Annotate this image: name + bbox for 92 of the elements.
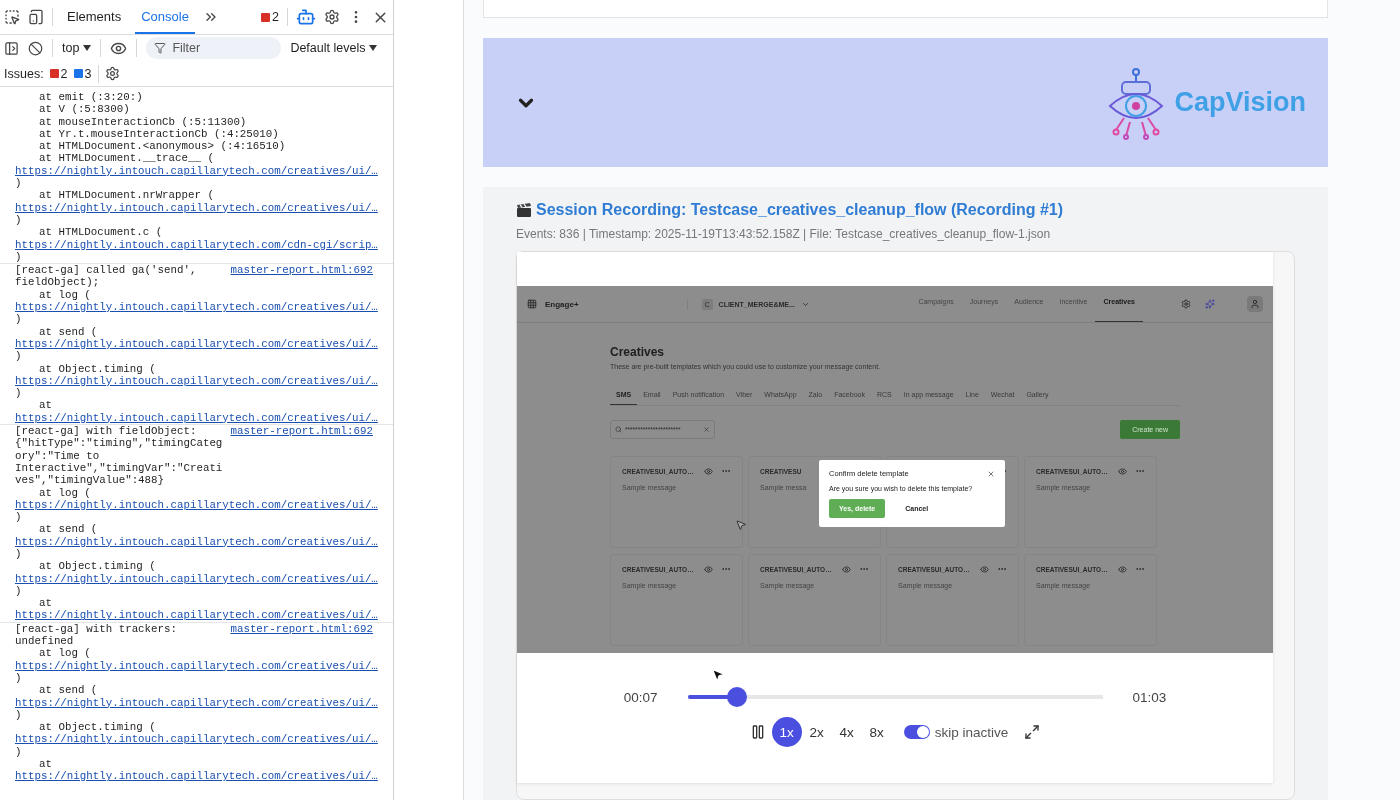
cursor-icon (735, 519, 747, 531)
filter-icon (154, 42, 167, 54)
fullscreen-icon[interactable] (1024, 724, 1041, 740)
speed-button[interactable]: 8x (861, 717, 892, 747)
elapsed-time: 00:07 (623, 689, 658, 705)
stack-frame: at Object.timing ( (39, 721, 156, 734)
stack-text: ) (15, 584, 22, 598)
error-count[interactable]: 2 (261, 10, 279, 24)
stack-url-link[interactable]: https://nightly.intouch.capillarytech.com/creatives/ui/… (15, 201, 378, 214)
recording-title: Session Recording: Testcase_creatives_cleanup_flow (Recording #1) (536, 201, 1063, 219)
stack-frame: at (39, 597, 52, 610)
stack-url-link[interactable]: https://nightly.intouch.capillarytech.com/creatives/ui/… (15, 535, 378, 548)
filter-field[interactable]: Filter (146, 37, 282, 59)
app-brand: Engage+ (545, 299, 579, 309)
clear-icon[interactable] (703, 426, 710, 433)
issue-count[interactable]: 2 (49, 66, 68, 81)
stack-text: ) (15, 387, 22, 400)
stack-url-link[interactable]: https://nightly.intouch.capillarytech.com/creatives/ui/… (15, 733, 378, 746)
stack-text: ) (15, 177, 22, 190)
assistant-icon[interactable] (296, 7, 316, 27)
caret-icon (369, 45, 378, 51)
recording-meta: Events: 836 | Timestamp: 2025-11-19T13:43:52.158Z | File: Testcase_creatives_cleanup_flow-1.json (516, 227, 1052, 241)
stack-frame: at HTMLDocument.c ( (39, 226, 163, 239)
grid-icon (527, 299, 537, 309)
logo-text: CapVision (1174, 87, 1306, 118)
sidebar-toggle-icon[interactable] (4, 40, 19, 56)
clapperboard-icon (516, 203, 532, 217)
stack-frame: at log ( (39, 486, 91, 499)
stack-frame: at send ( (39, 523, 98, 536)
stack-text: ) (15, 671, 22, 685)
stack-frame: at Object.timing ( (39, 362, 156, 375)
stack-frame: at emit (:3:20:) (39, 91, 143, 104)
settings-icon[interactable] (324, 9, 340, 25)
stack-url-link[interactable]: https://nightly.intouch.capillarytech.com/cdn-cgi/scrip… (15, 238, 378, 251)
stack-frame: at Object.timing ( (39, 560, 156, 573)
stack-frame: at log ( (39, 288, 91, 302)
stack-url-link[interactable]: https://nightly.intouch.capillarytech.com/creatives/ui/… (15, 337, 378, 351)
console-message: [react-ga] called ga('send', fieldObject); (15, 264, 198, 289)
total-time: 01:03 (1132, 689, 1167, 705)
stack-frame: at (39, 758, 52, 771)
stack-text: ) (15, 708, 22, 722)
speed-button[interactable]: 4x (831, 717, 862, 747)
stack-frame: at HTMLDocument.__trace__ ( (39, 152, 214, 165)
stack-frame: at HTMLDocument.nrWrapper ( (39, 189, 214, 202)
stack-frame: at log ( (39, 647, 91, 660)
stack-text: ) (15, 313, 22, 326)
stack-url-link[interactable]: https://nightly.intouch.capillarytech.com/creatives/ui/… (15, 572, 378, 585)
context-selector[interactable]: top (62, 41, 92, 55)
stack-url-link[interactable]: https://nightly.intouch.capillarytech.com/creatives/ui/… (15, 659, 378, 672)
stack-text: ) (15, 213, 22, 227)
close-icon[interactable] (987, 469, 995, 478)
source-link[interactable]: master-report.html:692 (230, 264, 373, 277)
stack-url-link[interactable]: https://nightly.intouch.capillarytech.com/creatives/ui/… (15, 374, 378, 388)
slider-thumb[interactable] (727, 687, 748, 707)
caret-icon (83, 45, 92, 51)
devtools-tab[interactable]: Elements (61, 0, 128, 34)
stack-frame: at HTMLDocument.<anonymous> (:4:16510) (39, 140, 286, 153)
stack-url-link[interactable]: https://nightly.intouch.capillarytech.com/creatives/ui/… (15, 411, 378, 424)
clear-console-icon[interactable] (28, 40, 43, 56)
stack-text: ) (15, 350, 22, 363)
stack-url-link[interactable]: https://nightly.intouch.capillarytech.com/creatives/ui/… (15, 498, 378, 512)
device-toolbar-icon[interactable] (28, 9, 44, 25)
stack-frame: at send ( (39, 325, 98, 338)
stack-url-link[interactable]: https://nightly.intouch.capillarytech.com/creatives/ui/… (15, 164, 378, 178)
avatar[interactable] (1247, 296, 1263, 312)
stack-text: ) (15, 250, 22, 264)
log-levels-dropdown[interactable]: Default levels (290, 41, 378, 55)
speed-button[interactable]: 2x (801, 717, 832, 747)
sparkles-icon[interactable] (1205, 299, 1215, 309)
skip-inactive-label: skip inactive (934, 724, 1009, 740)
stack-frame: at send ( (39, 684, 98, 697)
stack-frame: at (39, 399, 52, 412)
stack-url-link[interactable]: https://nightly.intouch.capillarytech.com/creatives/ui/… (15, 609, 378, 622)
stack-frame: at mouseInteractionCb (:5:11300) (39, 115, 247, 128)
issues-label: Issues: (4, 66, 44, 81)
stack-url-link[interactable]: https://nightly.intouch.capillarytech.com/creatives/ui/… (15, 696, 378, 709)
source-link[interactable]: master-report.html:692 (230, 622, 373, 636)
issue-count[interactable]: 3 (73, 66, 92, 81)
speed-button[interactable]: 1x (771, 717, 802, 747)
page-title: Creatives (610, 345, 666, 359)
inspect-icon[interactable] (4, 9, 20, 25)
stack-text: ) (15, 745, 22, 759)
source-link[interactable]: master-report.html:692 (230, 425, 373, 438)
stack-frame: at Yr.t.mouseInteractionCb (:4:25010) (39, 127, 279, 141)
devtools-tab[interactable]: Console (135, 0, 195, 34)
search-icon (615, 426, 622, 433)
stack-frame: at V (:5:8300) (39, 103, 130, 116)
stack-text: ) (15, 511, 22, 524)
settings-icon[interactable] (104, 66, 120, 81)
stack-url-link[interactable]: https://nightly.intouch.capillarytech.com/creatives/ui/… (15, 301, 378, 314)
stack-url-link[interactable]: https://nightly.intouch.capillarytech.com/creatives/ui/… (15, 770, 378, 783)
stack-text: ) (15, 548, 22, 561)
